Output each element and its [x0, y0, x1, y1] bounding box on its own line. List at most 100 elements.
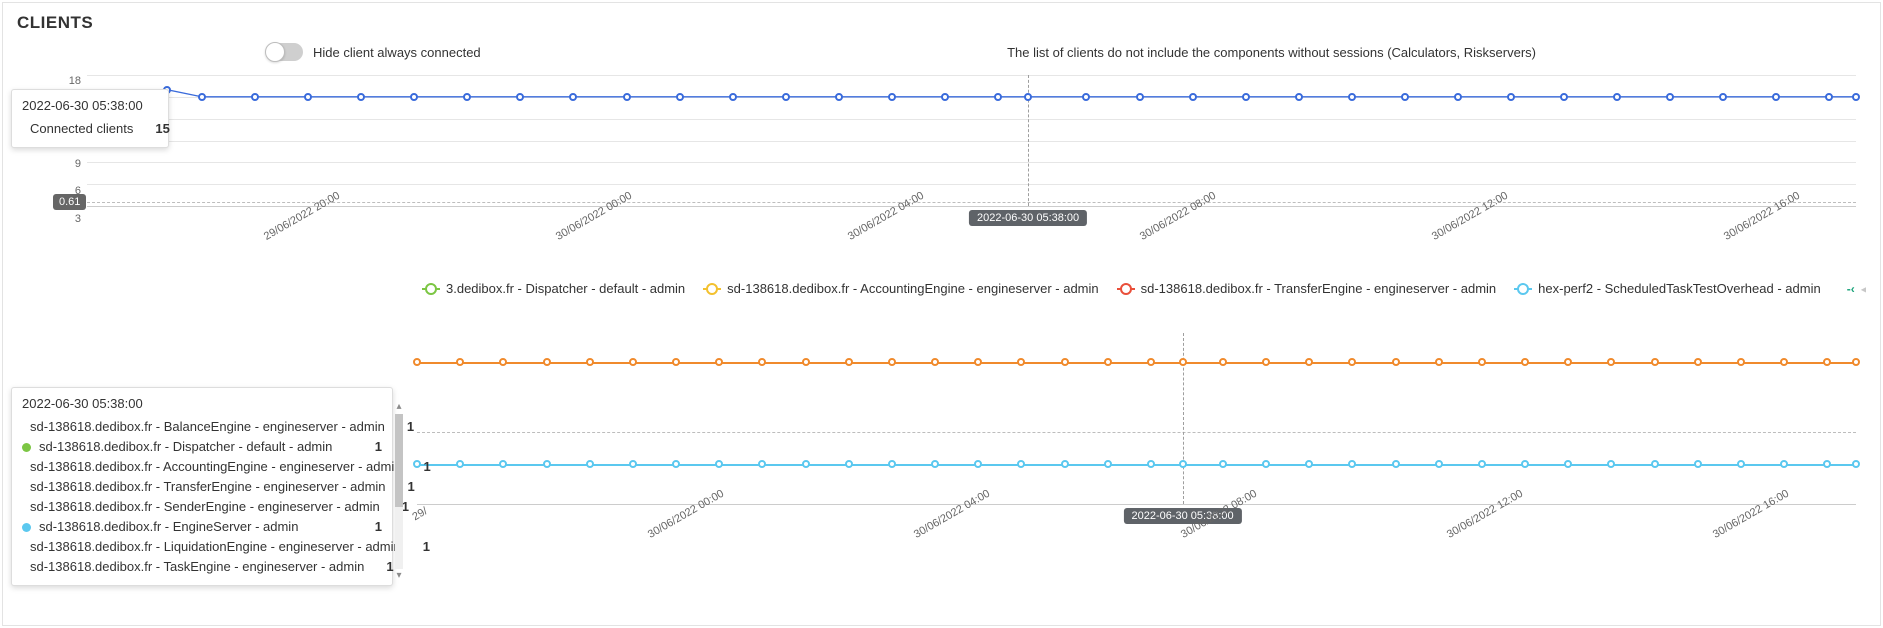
scroll-down-icon[interactable]: ▾: [396, 571, 401, 581]
data-marker[interactable]: [672, 460, 680, 468]
hide-connected-toggle[interactable]: [267, 43, 303, 61]
data-marker[interactable]: [1823, 460, 1831, 468]
legend-item[interactable]: sd-138618.dedibox.fr - TransferEngine - …: [1117, 281, 1497, 296]
data-marker[interactable]: [994, 93, 1002, 101]
data-marker[interactable]: [1061, 460, 1069, 468]
data-marker[interactable]: [1737, 460, 1745, 468]
data-marker[interactable]: [1737, 358, 1745, 366]
data-marker[interactable]: [463, 93, 471, 101]
data-marker[interactable]: [1852, 460, 1860, 468]
data-marker[interactable]: [357, 93, 365, 101]
data-marker[interactable]: [543, 460, 551, 468]
data-marker[interactable]: [304, 93, 312, 101]
tooltip-scrollbar[interactable]: ▴ ▾: [394, 402, 404, 581]
data-marker[interactable]: [1564, 460, 1572, 468]
data-marker[interactable]: [1392, 460, 1400, 468]
legend-more-icon[interactable]: -‹: [1847, 282, 1855, 296]
data-marker[interactable]: [516, 93, 524, 101]
data-marker[interactable]: [1392, 358, 1400, 366]
data-marker[interactable]: [1401, 93, 1409, 101]
data-marker[interactable]: [251, 93, 259, 101]
data-marker[interactable]: [941, 93, 949, 101]
data-marker[interactable]: [1136, 93, 1144, 101]
data-marker[interactable]: [1613, 93, 1621, 101]
chart2-plot[interactable]: 2022-06-30 05:38:00: [417, 333, 1856, 505]
data-marker[interactable]: [1242, 93, 1250, 101]
data-marker[interactable]: [845, 358, 853, 366]
data-marker[interactable]: [623, 93, 631, 101]
legend-item[interactable]: 3.dedibox.fr - Dispatcher - default - ad…: [422, 281, 685, 296]
legend-item[interactable]: hex-perf2 - ScheduledTaskTestOverhead - …: [1514, 281, 1821, 296]
data-marker[interactable]: [629, 358, 637, 366]
data-marker[interactable]: [715, 358, 723, 366]
data-marker[interactable]: [1179, 460, 1187, 468]
data-marker[interactable]: [1564, 358, 1572, 366]
data-marker[interactable]: [1219, 358, 1227, 366]
data-marker[interactable]: [1061, 358, 1069, 366]
data-marker[interactable]: [1104, 460, 1112, 468]
data-marker[interactable]: [1521, 358, 1529, 366]
data-marker[interactable]: [758, 358, 766, 366]
data-marker[interactable]: [1147, 460, 1155, 468]
data-marker[interactable]: [888, 93, 896, 101]
data-marker[interactable]: [1780, 460, 1788, 468]
data-marker[interactable]: [1454, 93, 1462, 101]
data-marker[interactable]: [1348, 358, 1356, 366]
data-marker[interactable]: [845, 460, 853, 468]
legend-prev-icon[interactable]: ◀: [1861, 282, 1866, 296]
data-marker[interactable]: [1507, 93, 1515, 101]
chart1-plot[interactable]: 0.61 2022-06-30 05:38:00: [87, 75, 1856, 207]
data-marker[interactable]: [802, 460, 810, 468]
data-marker[interactable]: [1017, 358, 1025, 366]
data-marker[interactable]: [1666, 93, 1674, 101]
scroll-up-icon[interactable]: ▴: [396, 402, 401, 412]
data-marker[interactable]: [758, 460, 766, 468]
data-marker[interactable]: [1147, 358, 1155, 366]
data-marker[interactable]: [974, 358, 982, 366]
data-marker[interactable]: [499, 460, 507, 468]
data-marker[interactable]: [1852, 93, 1860, 101]
data-marker[interactable]: [499, 358, 507, 366]
data-marker[interactable]: [1478, 358, 1486, 366]
data-marker[interactable]: [931, 358, 939, 366]
data-marker[interactable]: [1104, 358, 1112, 366]
data-marker[interactable]: [1694, 460, 1702, 468]
data-marker[interactable]: [629, 460, 637, 468]
data-marker[interactable]: [931, 460, 939, 468]
data-marker[interactable]: [715, 460, 723, 468]
data-marker[interactable]: [456, 358, 464, 366]
data-marker[interactable]: [1017, 460, 1025, 468]
data-marker[interactable]: [782, 93, 790, 101]
data-marker[interactable]: [1521, 460, 1529, 468]
data-marker[interactable]: [1305, 460, 1313, 468]
data-marker[interactable]: [1478, 460, 1486, 468]
data-marker[interactable]: [1719, 93, 1727, 101]
data-marker[interactable]: [1694, 358, 1702, 366]
data-marker[interactable]: [1082, 93, 1090, 101]
data-marker[interactable]: [1435, 358, 1443, 366]
data-marker[interactable]: [569, 93, 577, 101]
data-marker[interactable]: [1189, 93, 1197, 101]
data-marker[interactable]: [1262, 358, 1270, 366]
data-marker[interactable]: [1435, 460, 1443, 468]
data-marker[interactable]: [1295, 93, 1303, 101]
data-marker[interactable]: [543, 358, 551, 366]
data-marker[interactable]: [1852, 358, 1860, 366]
data-marker[interactable]: [1219, 460, 1227, 468]
data-marker[interactable]: [974, 460, 982, 468]
data-marker[interactable]: [413, 358, 421, 366]
data-marker[interactable]: [672, 358, 680, 366]
data-marker[interactable]: [198, 93, 206, 101]
data-marker[interactable]: [586, 460, 594, 468]
data-marker[interactable]: [1651, 358, 1659, 366]
data-marker[interactable]: [1024, 93, 1032, 101]
data-marker[interactable]: [888, 460, 896, 468]
data-marker[interactable]: [456, 460, 464, 468]
data-marker[interactable]: [1823, 358, 1831, 366]
data-marker[interactable]: [1607, 358, 1615, 366]
data-marker[interactable]: [1348, 460, 1356, 468]
data-marker[interactable]: [1607, 460, 1615, 468]
data-marker[interactable]: [729, 93, 737, 101]
data-marker[interactable]: [835, 93, 843, 101]
data-marker[interactable]: [1262, 460, 1270, 468]
